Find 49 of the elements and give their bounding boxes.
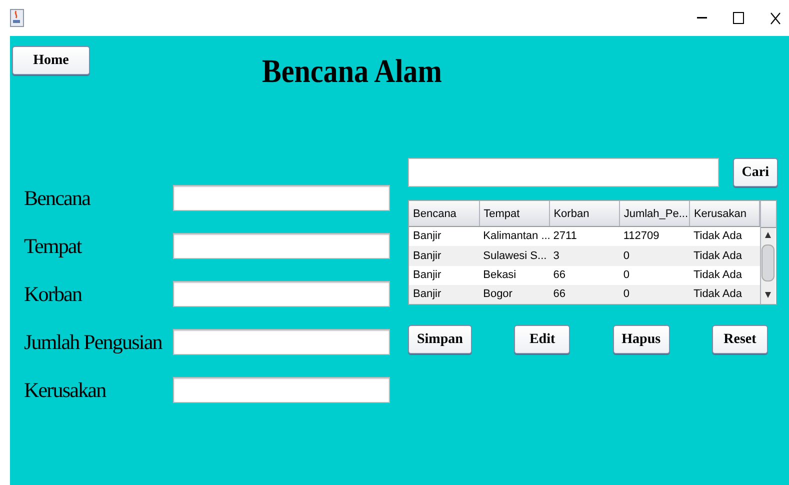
table-cell: Tidak Ada (689, 284, 760, 304)
table-cell: Tidak Ada (689, 246, 760, 266)
column-header[interactable]: Jumlah_Pe... (619, 201, 690, 227)
input-field[interactable] (173, 233, 390, 259)
action-button[interactable]: Reset (712, 325, 768, 354)
table-cell: 66 (549, 266, 620, 285)
table-cell: Banjir (409, 226, 480, 246)
table-cell: Banjir (409, 284, 480, 304)
minimize-icon[interactable] (697, 17, 707, 19)
action-button[interactable]: Hapus (612, 325, 670, 354)
action-button[interactable]: Simpan (408, 325, 472, 354)
input-field[interactable] (173, 377, 390, 403)
table-cell: 0 (619, 284, 690, 304)
table-cell: Bogor (479, 284, 550, 304)
action-button[interactable]: Edit (514, 325, 570, 354)
column-header[interactable]: Bencana (409, 201, 480, 227)
table-cell: Banjir (409, 266, 480, 285)
table-cell: Tidak Ada (689, 226, 760, 246)
field-label: Tempat (24, 234, 83, 258)
table-cell: Bekasi (479, 266, 550, 285)
field-label: Kerusakan (24, 378, 108, 402)
java-cup-icon (10, 9, 24, 27)
table-cell: Sulawesi S... (479, 246, 550, 266)
column-header[interactable]: Tempat (479, 201, 550, 227)
field-label: Korban (24, 282, 84, 306)
field-label: Jumlah Pengusian (24, 330, 164, 354)
search-field[interactable] (408, 158, 719, 187)
table-cell: Banjir (409, 246, 480, 266)
input-field[interactable] (173, 329, 390, 355)
maximize-icon[interactable] (733, 12, 744, 24)
close-icon[interactable] (770, 12, 781, 24)
table-cell: 66 (549, 284, 620, 304)
table-cell: 112709 (619, 226, 690, 246)
scrollbar-drawing[interactable] (761, 228, 776, 304)
column-header[interactable]: Kerusakan (689, 201, 760, 227)
header-corner (761, 201, 776, 228)
table-cell: 0 (619, 266, 690, 285)
table-cell: 3 (549, 246, 620, 266)
table-cell: 0 (619, 246, 690, 266)
column-header[interactable]: Korban (549, 201, 620, 227)
table-cell: Tidak Ada (689, 266, 760, 285)
table-cell: 2711 (549, 226, 620, 246)
page-title: Bencana Alam (262, 54, 442, 91)
search-button[interactable]: Cari (732, 158, 778, 187)
input-field[interactable] (173, 281, 390, 307)
table-cell: Kalimantan ... (479, 226, 550, 246)
input-field[interactable] (173, 185, 390, 211)
home-button[interactable]: Home (12, 46, 90, 75)
field-label: Bencana (24, 186, 92, 210)
